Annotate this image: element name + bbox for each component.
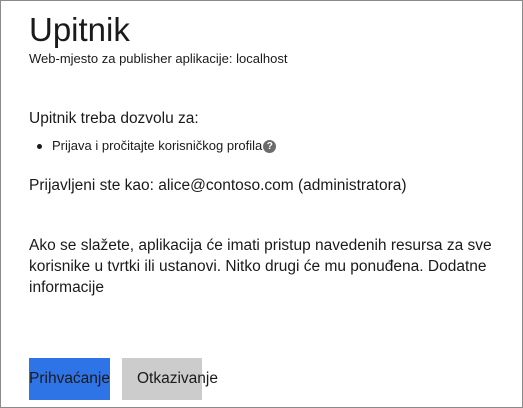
permission-item: Prijava i pročitajte korisničkog profila… (37, 138, 277, 154)
question-circle-icon[interactable]: ? (263, 139, 277, 153)
consent-dialog: Upitnik Web-mjesto za publisher aplikaci… (0, 0, 523, 408)
publisher-subtitle: Web-mjesto za publisher aplikacije: loca… (29, 51, 288, 66)
permissions-heading: Upitnik treba dozvolu za: (29, 110, 199, 127)
permissions-list: Prijava i pročitajte korisničkog profila… (37, 138, 277, 154)
page-title: Upitnik (29, 11, 130, 48)
accept-button[interactable]: Prihvaćanje (29, 358, 110, 400)
bullet-icon (37, 143, 42, 149)
permission-label: Prijava i pročitajte korisničkog profila (52, 138, 263, 153)
accept-button-label: Prihvaćanje (29, 370, 110, 387)
signed-in-account: Prijavljeni ste kao: alice@contoso.com (… (29, 177, 407, 194)
cancel-button[interactable]: Otkazivanje (122, 358, 218, 400)
consent-text: Ako se slažete, aplikacija će imati pris… (29, 235, 499, 298)
cancel-button-label: Otkazivanje (137, 370, 218, 387)
consent-body: Ako se slažete, aplikacija će imati pris… (29, 237, 492, 275)
